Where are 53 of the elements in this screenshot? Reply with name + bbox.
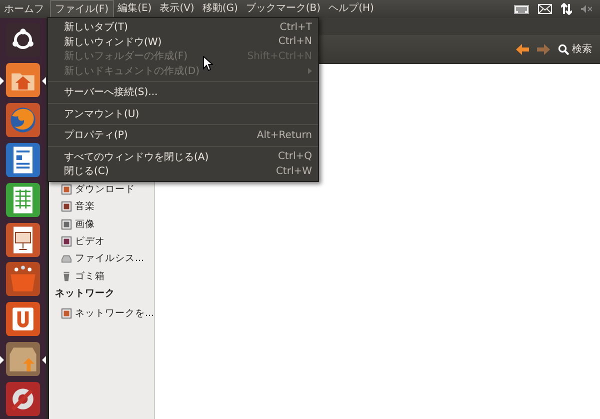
menu-item[interactable]: アンマウント(U) [48,106,318,121]
pictures-folder-icon [61,218,72,230]
drive-icon [61,253,72,264]
shopping-bag-icon[interactable] [5,261,41,298]
shortcut-label: Ctrl+Q [278,151,312,162]
network-arrows-icon[interactable] [561,3,572,15]
package-icon[interactable] [5,341,41,378]
menu-item[interactable]: 新しいウィンドウ(W) Ctrl+N [48,34,318,49]
app-title: ホームフ [3,3,45,16]
network-folder-icon [61,308,72,319]
shortcut-label: Ctrl+N [278,36,312,48]
sidebar-item[interactable]: 画像 [75,218,95,231]
sidebar-item[interactable]: ビデオ [75,235,105,248]
menu-title[interactable]: ヘルプ(H) [324,0,378,18]
home-folder-icon[interactable] [5,62,41,98]
menu-item[interactable]: すべてのウィンドウを閉じる(A) Ctrl+Q [48,150,318,164]
menu-title[interactable]: ブックマーク(B) [242,0,325,18]
shortcut-label: Alt+Return [256,130,312,141]
sidebar-item[interactable]: ネットワークを... [75,306,154,320]
document-icon[interactable] [5,142,41,178]
menu-title[interactable]: ファイル(F) [50,0,114,18]
menu-title[interactable]: 移動(G) [198,0,242,18]
shortcut-label: Ctrl+T [280,22,312,33]
menu-item[interactable]: 新しいタブ(T) Ctrl+T [48,20,318,34]
ubuntu-logo-icon[interactable] [5,22,41,58]
keyboard-icon[interactable] [514,4,529,14]
sidebar-item[interactable]: 音楽 [75,200,95,214]
spreadsheet-icon[interactable] [5,182,41,218]
mouse-cursor-icon [203,56,213,71]
trash-icon [61,270,72,282]
mail-icon[interactable] [538,4,552,14]
back-arrow-icon[interactable] [516,44,529,54]
menu-item[interactable]: サーバーへ接続(S)... [48,85,318,100]
music-folder-icon [61,201,72,212]
speaker-muted-icon[interactable] [581,5,592,13]
sidebar-item[interactable]: ダウンロード [75,183,135,196]
video-folder-icon [61,236,72,248]
sidebar-item[interactable]: ファイルシス... [75,252,144,266]
u-letter-icon[interactable] [5,301,41,338]
shortcut-label: Ctrl+W [276,166,312,177]
menu-title[interactable]: 編集(E) [114,0,156,18]
search-button[interactable]: 検索 [558,42,592,56]
search-icon [558,44,569,54]
menu-item[interactable]: プロパティ(P) Alt+Return [48,128,318,142]
menu-title[interactable]: 表示(V) [156,0,198,18]
submenu-arrow-icon [308,68,312,74]
presentation-icon[interactable] [5,222,41,258]
section-header: ネットワーク [55,286,116,301]
tools-icon[interactable] [5,381,41,418]
menu-item[interactable]: 閉じる(C) Ctrl+W [48,164,318,178]
browser-icon[interactable] [5,102,41,138]
download-folder-icon [61,184,72,196]
sidebar-item[interactable]: ゴミ箱 [75,270,105,283]
